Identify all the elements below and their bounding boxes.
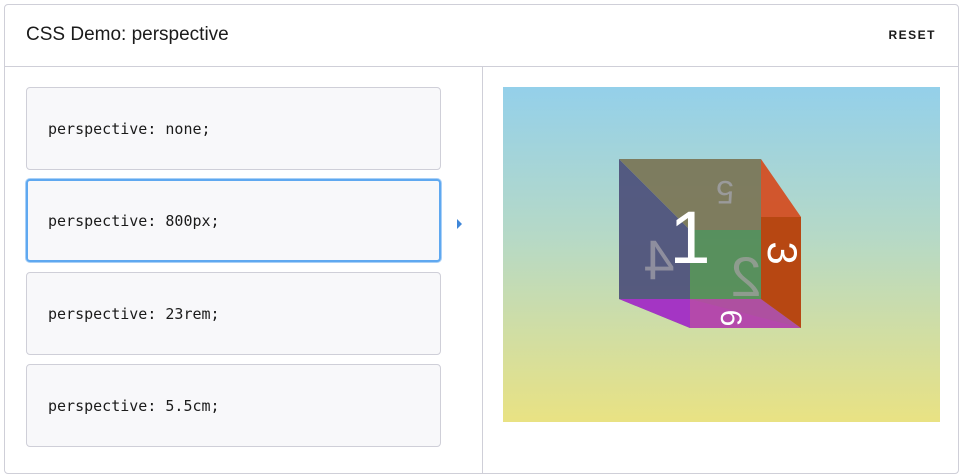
option-code: perspective: 5.5cm; xyxy=(48,397,220,415)
output-stage: 5 4 2 1 3 6 xyxy=(503,87,940,422)
selected-arrow-icon xyxy=(457,219,462,229)
option-perspective-23rem[interactable]: perspective: 23rem; xyxy=(26,272,441,355)
options-list: perspective: none; perspective: 800px; p… xyxy=(5,67,483,473)
option-perspective-800px[interactable]: perspective: 800px; xyxy=(26,179,441,262)
cube-face-3-label: 3 xyxy=(759,241,806,264)
demo-header: CSS Demo: perspective RESET xyxy=(5,5,958,67)
option-code: perspective: none; xyxy=(48,120,211,138)
cube-face-5-label: 5 xyxy=(716,174,734,210)
reset-button[interactable]: RESET xyxy=(888,28,936,42)
demo-title: CSS Demo: perspective xyxy=(26,24,229,45)
option-perspective-5-5cm[interactable]: perspective: 5.5cm; xyxy=(26,364,441,447)
option-perspective-none[interactable]: perspective: none; xyxy=(26,87,441,170)
cube-face-1-label: 1 xyxy=(669,196,710,279)
perspective-cube: 5 4 2 1 3 6 xyxy=(619,159,806,328)
option-code: perspective: 23rem; xyxy=(48,305,220,323)
cube-face-6-label: 6 xyxy=(714,310,747,327)
cube-face-2-label: 2 xyxy=(730,245,761,308)
option-code: perspective: 800px; xyxy=(48,212,220,230)
